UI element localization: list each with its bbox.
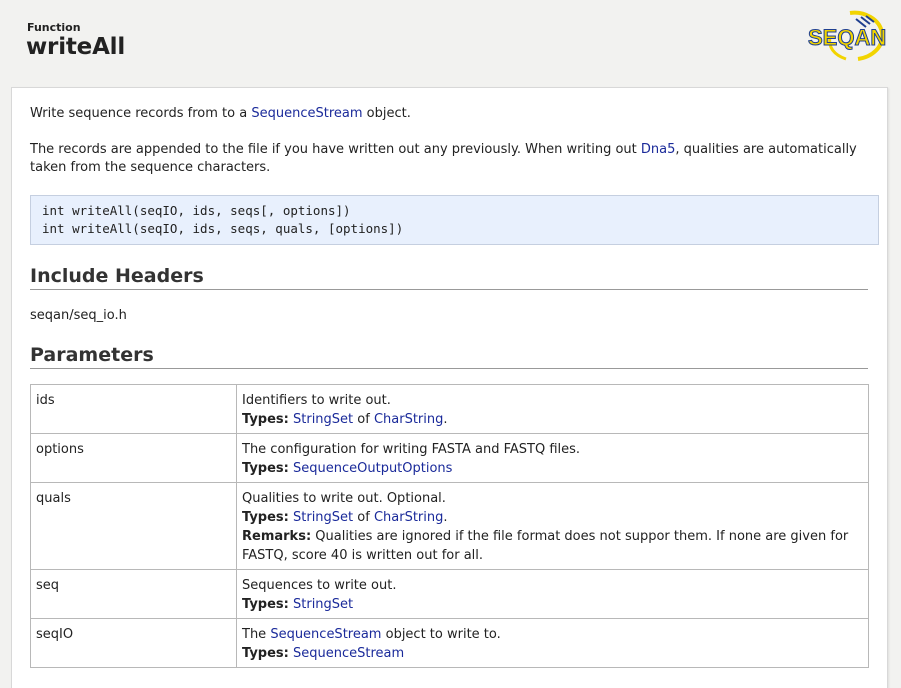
page-title: writeAll: [26, 34, 126, 60]
param-types: Types: SequenceOutputOptions: [242, 459, 863, 478]
parameters-table: ids Identifiers to write out. Types: Str…: [30, 384, 869, 668]
stringset-link[interactable]: StringSet: [293, 510, 353, 525]
param-desc-text: Identifiers to write out.: [242, 393, 391, 408]
param-description: Qualities to write out. Optional. Types:…: [236, 482, 869, 570]
param-name: quals: [30, 482, 237, 570]
intro-paragraph: Write sequence records from to a Sequenc…: [30, 105, 872, 123]
table-row: seqIO The SequenceStream object to write…: [30, 618, 869, 668]
param-types: Types: StringSet of CharString.: [242, 410, 863, 429]
param-name: options: [30, 433, 237, 483]
page-header: Function writeAll SEQAN: [0, 0, 901, 87]
sequencestream-link[interactable]: SequenceStream: [293, 646, 404, 661]
remarks-text: Qualities are ignored if the file format…: [242, 529, 849, 563]
param-remarks: Remarks: Qualities are ignored if the fi…: [242, 527, 863, 565]
desc-text-pre: The: [242, 627, 271, 642]
param-description: Sequences to write out. Types: StringSet: [236, 569, 869, 619]
types-of-text: of: [353, 510, 374, 525]
param-name: ids: [30, 384, 237, 434]
entity-kind-label: Function: [27, 21, 81, 34]
param-desc-text: The configuration for writing FASTA and …: [242, 442, 581, 457]
types-label: Types:: [242, 646, 289, 661]
signature-line: int writeAll(seqIO, ids, seqs, quals, [o…: [42, 221, 404, 236]
param-types: Types: StringSet: [242, 595, 863, 614]
seqan-logo-text: SEQAN: [808, 25, 886, 50]
description-paragraph: The records are appended to the file if …: [30, 141, 872, 177]
dna5-link[interactable]: Dna5: [641, 142, 676, 157]
include-header-path: seqan/seq_io.h: [30, 308, 127, 323]
table-row: seq Sequences to write out. Types: Strin…: [30, 569, 869, 619]
remarks-label: Remarks:: [242, 529, 312, 544]
param-types: Types: SequenceStream: [242, 644, 863, 663]
signature-code-block: int writeAll(seqIO, ids, seqs[, options]…: [30, 195, 879, 245]
types-label: Types:: [242, 597, 289, 612]
description-text-pre: The records are appended to the file if …: [30, 142, 641, 157]
types-end-text: .: [443, 412, 448, 427]
param-description: The SequenceStream object to write to. T…: [236, 618, 869, 668]
desc-text-post: object to write to.: [381, 627, 501, 642]
sequenceoutputoptions-link[interactable]: SequenceOutputOptions: [293, 461, 452, 476]
sequencestream-link[interactable]: SequenceStream: [270, 627, 381, 642]
stringset-link[interactable]: StringSet: [293, 597, 353, 612]
types-label: Types:: [242, 510, 289, 525]
param-name: seq: [30, 569, 237, 619]
param-description: The configuration for writing FASTA and …: [236, 433, 869, 483]
types-end-text: .: [443, 510, 448, 525]
param-description: Identifiers to write out. Types: StringS…: [236, 384, 869, 434]
doc-content: Write sequence records from to a Sequenc…: [11, 87, 888, 688]
sequencestream-link[interactable]: SequenceStream: [251, 106, 362, 121]
param-desc-text: The SequenceStream object to write to.: [242, 625, 863, 644]
charstring-link[interactable]: CharString: [374, 412, 443, 427]
types-of-text: of: [353, 412, 374, 427]
include-headers-heading: Include Headers: [30, 265, 868, 290]
types-label: Types:: [242, 461, 289, 476]
parameters-heading: Parameters: [30, 344, 868, 369]
seqan-logo[interactable]: SEQAN: [806, 9, 888, 63]
seqan-logo-graphic: SEQAN: [808, 10, 887, 61]
table-row: options The configuration for writing FA…: [30, 433, 869, 483]
types-label: Types:: [242, 412, 289, 427]
param-types: Types: StringSet of CharString.: [242, 508, 863, 527]
table-row: quals Qualities to write out. Optional. …: [30, 482, 869, 570]
table-row: ids Identifiers to write out. Types: Str…: [30, 384, 869, 434]
param-name: seqIO: [30, 618, 237, 668]
signature-line: int writeAll(seqIO, ids, seqs[, options]…: [42, 203, 351, 218]
intro-text-pre: Write sequence records from to a: [30, 106, 252, 121]
intro-text-post: object.: [362, 106, 411, 121]
param-desc-text: Qualities to write out. Optional.: [242, 491, 446, 506]
stringset-link[interactable]: StringSet: [293, 412, 353, 427]
param-desc-text: Sequences to write out.: [242, 578, 397, 593]
charstring-link[interactable]: CharString: [374, 510, 443, 525]
